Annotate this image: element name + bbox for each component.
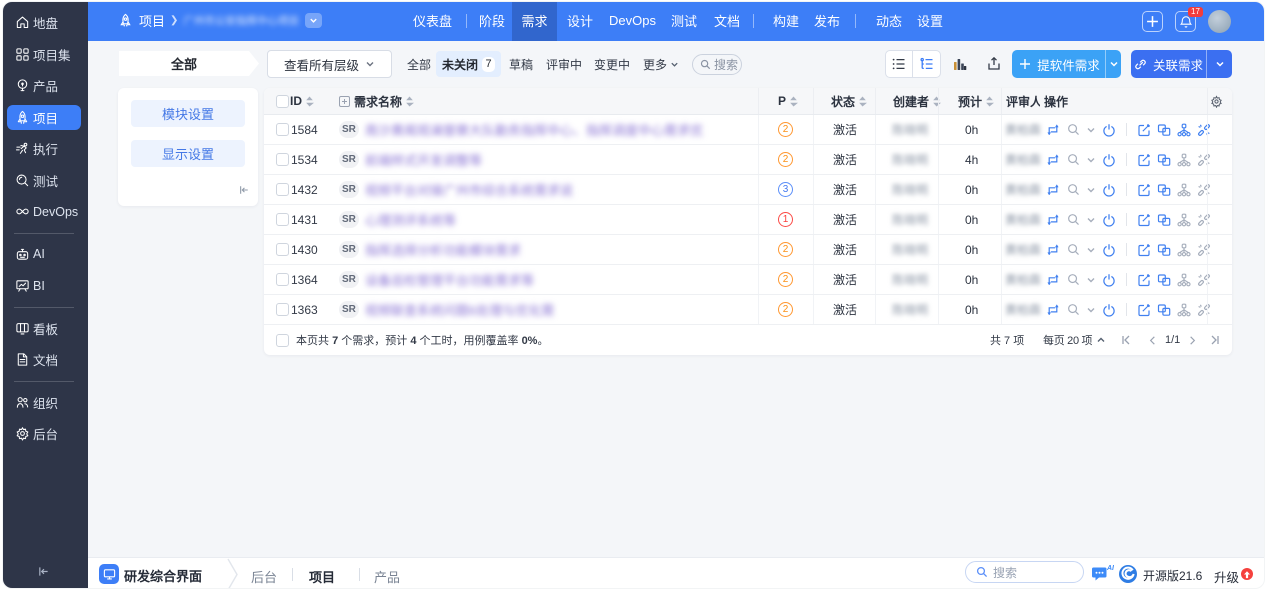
- svg-text:AI: AI: [1106, 565, 1114, 572]
